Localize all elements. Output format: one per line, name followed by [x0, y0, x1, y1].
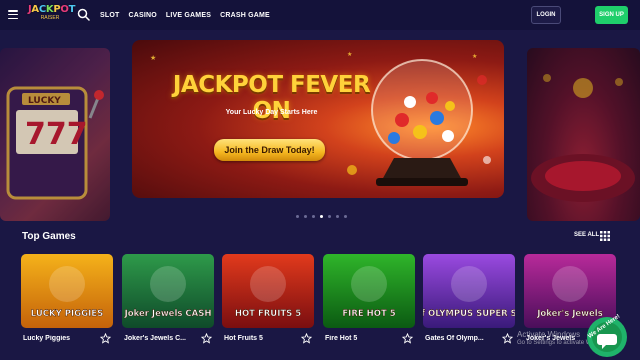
- game-name: Joker's Jewels C...: [124, 335, 186, 342]
- carousel-dots: [296, 215, 347, 218]
- nav-slot[interactable]: SLOT: [100, 12, 119, 19]
- game-name: Hot Fruits 5: [224, 335, 263, 342]
- carousel-dot[interactable]: [336, 215, 339, 218]
- game-art: HOT FRUITS 5: [222, 254, 314, 328]
- top-games-title: Top Games: [22, 231, 76, 242]
- slot-machine-art: 777 LUCKY: [6, 86, 104, 200]
- game-art: Joker Jewels CASH: [122, 254, 214, 328]
- svg-text:LUCKY: LUCKY: [28, 96, 61, 106]
- game-art-title: LUCKY PIGGIES: [31, 309, 103, 319]
- logo-wordmark: JACKPOT: [28, 4, 76, 15]
- next-promo-banner[interactable]: [527, 48, 640, 221]
- favorite-star-icon[interactable]: [502, 333, 513, 344]
- game-thumbnail[interactable]: FIRE HOT 5: [323, 254, 415, 328]
- game-art: Gates of OLYMPUS SUPER SCATTER: [423, 254, 515, 328]
- join-draw-button[interactable]: Join the Draw Today!: [214, 139, 325, 161]
- signup-button[interactable]: SIGN UP: [595, 6, 628, 24]
- carousel-dot[interactable]: [320, 215, 323, 218]
- roulette-table-art: [531, 74, 635, 202]
- game-card[interactable]: FIRE HOT 5 Fire Hot 5: [323, 254, 415, 360]
- see-all-link[interactable]: SEE ALL: [574, 232, 599, 238]
- favorite-star-icon[interactable]: [100, 333, 111, 344]
- game-name: Lucky Piggies: [23, 335, 71, 342]
- game-thumbnail[interactable]: LUCKY PIGGIES: [21, 254, 113, 328]
- svg-text:777: 777: [25, 117, 88, 152]
- favorite-star-icon[interactable]: [301, 333, 312, 344]
- top-header: JACKPOT RAISER SLOT CASINO LIVE GAMES CR…: [0, 0, 640, 30]
- nav-casino[interactable]: CASINO: [128, 12, 156, 19]
- game-name: Fire Hot 5: [325, 335, 358, 342]
- game-card[interactable]: Gates of OLYMPUS SUPER SCATTER Gates Of O…: [423, 254, 515, 360]
- game-card[interactable]: HOT FRUITS 5 Hot Fruits 5: [222, 254, 314, 360]
- svg-text:★: ★: [347, 51, 352, 58]
- nav-live-games[interactable]: LIVE GAMES: [166, 12, 211, 19]
- carousel-dot[interactable]: [296, 215, 299, 218]
- game-name: Gates Of Olymp...: [425, 335, 484, 342]
- carousel-dot[interactable]: [304, 215, 307, 218]
- login-button[interactable]: LOGIN: [531, 6, 561, 24]
- game-thumbnail[interactable]: Joker Jewels CASH: [122, 254, 214, 328]
- favorite-star-icon[interactable]: [201, 333, 212, 344]
- game-card[interactable]: Joker Jewels CASH Joker's Jewels C...: [122, 254, 214, 360]
- main-nav: SLOT CASINO LIVE GAMES CRASH GAME: [100, 0, 270, 30]
- banner-title: JACKPOT FEVER ON: [172, 72, 371, 124]
- game-art-title: FIRE HOT 5: [342, 309, 395, 319]
- carousel-dot[interactable]: [344, 215, 347, 218]
- game-thumbnail[interactable]: Gates of OLYMPUS SUPER SCATTER: [423, 254, 515, 328]
- carousel-dot[interactable]: [312, 215, 315, 218]
- site-logo[interactable]: JACKPOT RAISER: [28, 4, 76, 26]
- favorite-star-icon[interactable]: [402, 333, 413, 344]
- game-art: LUCKY PIGGIES: [21, 254, 113, 328]
- nav-crash-game[interactable]: CRASH GAME: [220, 12, 270, 19]
- main-promo-banner[interactable]: ★ ★ ★ JACKPOT FEVER ON Your Lucky Day St…: [132, 40, 504, 198]
- carousel-dot[interactable]: [328, 215, 331, 218]
- game-art-title: Joker Jewels CASH: [124, 309, 212, 319]
- game-art: FIRE HOT 5: [323, 254, 415, 328]
- hamburger-menu-icon[interactable]: [8, 10, 18, 19]
- live-chat-widget[interactable]: We Are Here!: [584, 314, 630, 360]
- game-art-title: Gates of OLYMPUS SUPER SCATTER: [423, 309, 515, 319]
- svg-text:★: ★: [472, 53, 477, 60]
- promo-carousel: 777 LUCKY ★ ★ ★ JACKPOT FEVER ON Your Lu…: [0, 30, 640, 221]
- prev-promo-banner[interactable]: 777 LUCKY: [0, 48, 110, 221]
- svg-text:★: ★: [150, 54, 156, 62]
- game-card[interactable]: LUCKY PIGGIES Lucky Piggies: [21, 254, 113, 360]
- logo-subtext: RAISER: [40, 15, 60, 21]
- game-art-title: HOT FRUITS 5: [235, 309, 301, 319]
- grid-view-icon[interactable]: [600, 231, 610, 241]
- game-thumbnail[interactable]: HOT FRUITS 5: [222, 254, 314, 328]
- search-icon[interactable]: [77, 8, 90, 21]
- banner-subtitle: Your Lucky Day Starts Here: [225, 109, 318, 116]
